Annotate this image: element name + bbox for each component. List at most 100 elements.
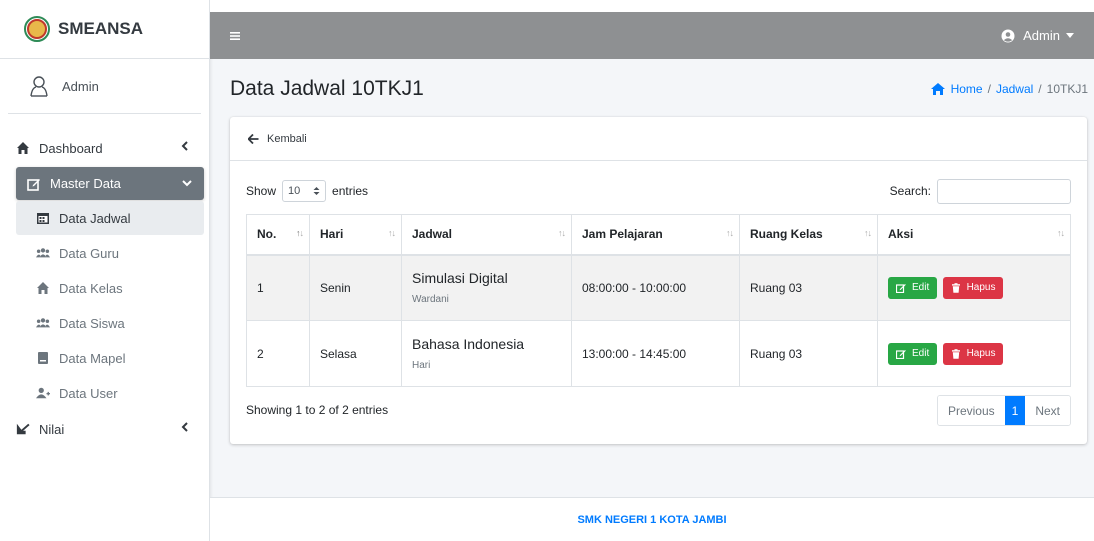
breadcrumb-jadwal[interactable]: Jadwal	[996, 82, 1033, 96]
hapus-label: Hapus	[966, 282, 996, 294]
topbar-spacer	[210, 0, 1094, 12]
delete-button[interactable]: Hapus	[942, 342, 1004, 365]
entries-value: 10	[288, 185, 301, 197]
entries-label: entries	[332, 184, 369, 198]
sidebar-item-data-kelas[interactable]: Data Kelas	[16, 271, 201, 305]
sidebar-nav: Dashboard Master Data Data Jadwal Data G…	[0, 114, 209, 447]
cell-hari: Senin	[309, 254, 402, 321]
column-header-jadwal[interactable]: Jadwal ↑↓	[401, 214, 572, 256]
column-header-label: Aksi	[888, 227, 914, 242]
back-label: Kembali	[267, 132, 307, 145]
menu-toggle-icon[interactable]	[230, 31, 240, 41]
sidebar-item-master-data[interactable]: Master Data	[16, 167, 204, 200]
cell-ruang: Ruang 03	[739, 254, 878, 321]
sidebar-item-data-guru[interactable]: Data Guru	[16, 236, 201, 270]
pagination: Previous 1 Next	[936, 395, 1071, 426]
footer: SMK NEGERI 1 KOTA JAMBI	[210, 497, 1094, 541]
previous-page-button[interactable]: Previous	[937, 396, 1005, 425]
search-input[interactable]	[937, 178, 1071, 204]
sidebar-item-label: Master Data	[50, 176, 121, 191]
column-header-label: Hari	[320, 227, 344, 242]
column-header-jam[interactable]: Jam Pelajaran ↑↓	[571, 214, 740, 256]
table-info: Showing 1 to 2 of 2 entries	[246, 403, 389, 417]
breadcrumb-home[interactable]: Home	[951, 82, 983, 96]
sidebar-item-data-siswa[interactable]: Data Siswa	[16, 306, 201, 340]
edit-icon	[896, 283, 906, 293]
jadwal-table: No. ↑↓ Hari ↑↓ Jadwal ↑↓ Jam Pelajaran ↑↓ Ru…	[246, 214, 1071, 387]
edit-label: Edit	[912, 348, 930, 359]
column-header-label: Jadwal	[412, 227, 453, 242]
user-plus-icon	[36, 387, 50, 399]
sidebar-item-label: Data Siswa	[59, 315, 125, 331]
cell-jadwal: Simulasi Digital Wardani	[401, 254, 572, 321]
page-title: Data Jadwal 10TKJ1	[230, 77, 424, 100]
search-label: Search:	[889, 184, 931, 198]
table-row: 1 Senin Simulasi Digital Wardani 08:00:0…	[246, 254, 1071, 321]
column-header-label: Ruang Kelas	[750, 227, 823, 242]
cell-jam: 13:00:00 - 14:45:00	[571, 320, 740, 387]
entries-select[interactable]: 10	[282, 180, 327, 202]
teacher-name: Wardani	[412, 294, 449, 306]
home-icon	[17, 142, 29, 154]
arrow-left-icon	[248, 133, 259, 144]
sidebar-item-label: Data Mapel	[59, 350, 126, 366]
column-header-label: Jam Pelajaran	[582, 227, 663, 242]
trash-icon	[951, 282, 960, 293]
card-header: Kembali	[230, 117, 1087, 161]
user-panel[interactable]: Admin	[8, 59, 201, 114]
delete-button[interactable]: Hapus	[942, 276, 1004, 299]
edit-label: Edit	[912, 282, 930, 294]
cell-ruang: Ruang 03	[739, 320, 878, 387]
cell-no: 1	[246, 254, 310, 321]
user-dropdown-label: Admin	[1023, 28, 1060, 43]
sidebar-item-label: Data Kelas	[59, 280, 123, 296]
breadcrumb: Home / Jadwal / 10TKJ1	[930, 82, 1088, 96]
breadcrumb-current: 10TKJ1	[1046, 82, 1088, 96]
book-icon	[38, 352, 48, 364]
chevron-left-icon	[181, 141, 188, 151]
users-icon	[36, 318, 50, 328]
sidebar: SMEANSA Admin Dashboard Master Data Data…	[0, 0, 210, 541]
cell-hari: Selasa	[309, 320, 402, 387]
edit-button[interactable]: Edit	[888, 276, 938, 299]
subject-name: Simulasi Digital	[412, 270, 508, 287]
column-header-hari[interactable]: Hari ↑↓	[309, 214, 402, 256]
user-outline-icon	[30, 76, 48, 97]
top-navbar: Admin	[210, 12, 1094, 59]
column-header-ruang[interactable]: Ruang Kelas ↑↓	[739, 214, 878, 256]
cell-no: 2	[246, 320, 310, 387]
sidebar-item-data-user[interactable]: Data User	[16, 376, 201, 410]
jadwal-card: Kembali Show 10 entries Search: No. ↑↓ Ha…	[230, 117, 1087, 444]
school-logo-icon	[24, 16, 50, 42]
edit-button[interactable]: Edit	[888, 342, 938, 365]
column-header-label: No.	[257, 227, 277, 242]
page-1-button[interactable]: 1	[1004, 396, 1026, 425]
sidebar-item-nilai[interactable]: Nilai	[16, 411, 201, 447]
sidebar-item-label: Nilai	[39, 421, 65, 437]
sidebar-item-label: Data Jadwal	[59, 210, 131, 226]
sidebar-item-data-mapel[interactable]: Data Mapel	[16, 341, 201, 375]
next-page-button[interactable]: Next	[1025, 396, 1070, 425]
sidebar-item-data-jadwal[interactable]: Data Jadwal	[16, 201, 204, 235]
cell-jam: 08:00:00 - 10:00:00	[571, 254, 740, 321]
sort-icon: ↑↓	[864, 228, 872, 238]
sort-icon: ↑↓	[1057, 228, 1065, 238]
entries-length: Show 10 entries	[246, 180, 368, 202]
table-search: Search:	[889, 178, 1071, 204]
home-icon	[930, 83, 945, 95]
table-header-row: No. ↑↓ Hari ↑↓ Jadwal ↑↓ Jam Pelajaran ↑↓ Ru…	[246, 214, 1071, 256]
home-icon	[37, 282, 49, 294]
column-header-aksi[interactable]: Aksi ↑↓	[877, 214, 1071, 256]
table-row: 2 Selasa Bahasa Indonesia Hari 13:00:00 …	[246, 320, 1071, 387]
footer-text[interactable]: SMK NEGERI 1 KOTA JAMBI	[577, 514, 726, 526]
signature-icon	[16, 423, 30, 435]
caret-down-icon	[1066, 33, 1074, 38]
sidebar-item-dashboard[interactable]: Dashboard	[16, 130, 201, 166]
back-button[interactable]: Kembali	[248, 133, 307, 145]
brand[interactable]: SMEANSA	[0, 0, 209, 59]
user-dropdown[interactable]: Admin	[1001, 28, 1074, 43]
sidebar-item-label: Data User	[59, 385, 118, 401]
subject-name: Bahasa Indonesia	[412, 336, 525, 352]
sort-icon: ↑↓	[388, 228, 396, 238]
column-header-no[interactable]: No. ↑↓	[246, 214, 310, 256]
